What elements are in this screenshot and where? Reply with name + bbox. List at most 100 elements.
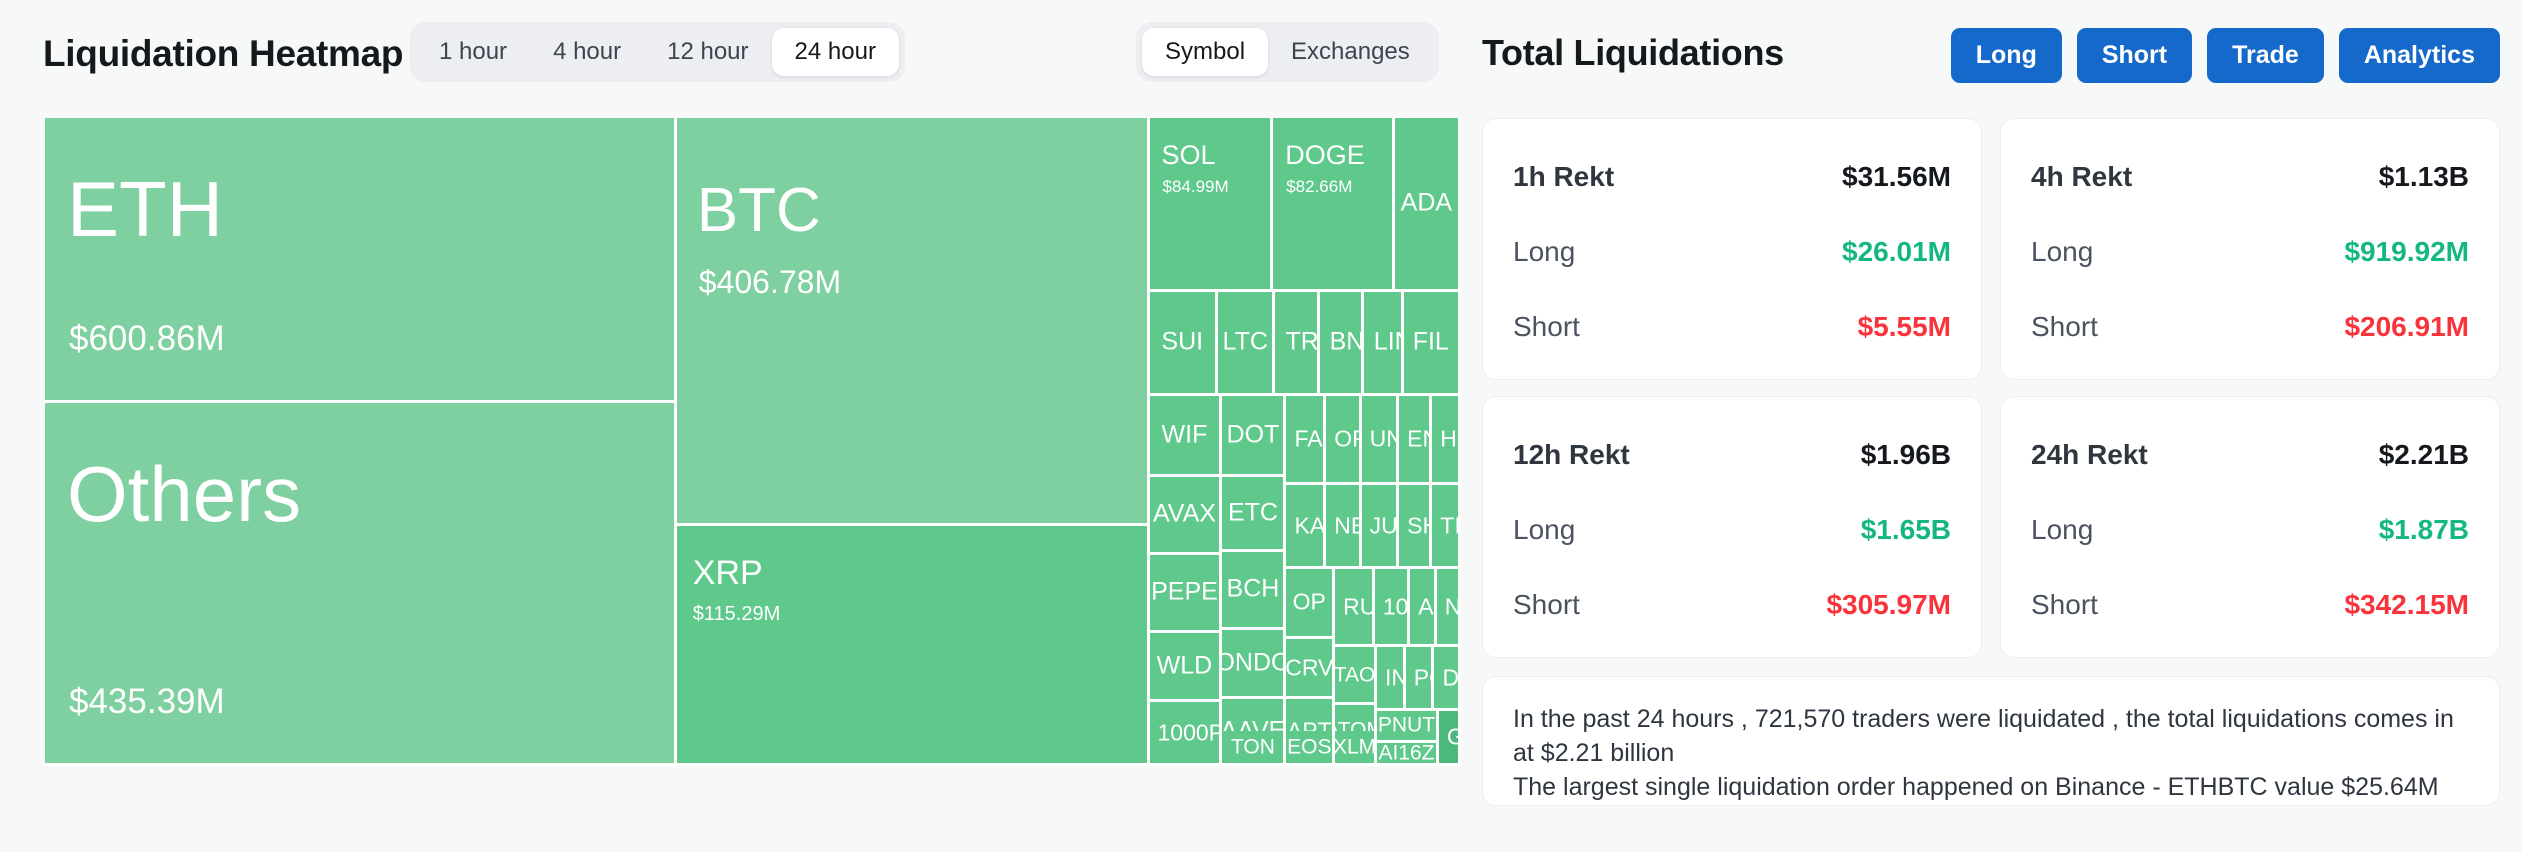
treemap-tile-bch[interactable]: BCH — [1222, 551, 1287, 631]
treemap-tile-dot[interactable]: DOT — [1222, 395, 1287, 477]
tile-symbol: JUP — [1369, 512, 1398, 539]
treemap-tile-ltc[interactable]: LTC — [1218, 291, 1276, 396]
treemap-tile-ai16z[interactable]: AI16Z — [1377, 742, 1439, 766]
treemap-tile-wld[interactable]: WLD — [1149, 632, 1223, 703]
stat-label-long: Long — [2031, 236, 2094, 267]
tile-symbol: INJ — [1385, 664, 1403, 691]
treemap-tile-shib[interactable]: SHIB — [1399, 485, 1433, 570]
tile-symbol: TAO — [1335, 663, 1376, 687]
treemap-tile-xlm[interactable]: XLM — [1335, 731, 1378, 766]
treemap-tile-eth[interactable]: ETH $600.86M — [45, 118, 677, 403]
tile-symbol: NEO — [1444, 593, 1461, 620]
grouping-mode-switch[interactable]: Symbol Exchanges — [1136, 22, 1439, 82]
treemap-tile-gala[interactable]: GALA — [1438, 711, 1461, 766]
tile-symbol: CRV — [1286, 654, 1334, 681]
tile-symbol: ETH — [67, 165, 223, 253]
treemap-tile-kas[interactable]: KAS — [1286, 485, 1327, 570]
stat-row-total: 4h Rekt $1.13B — [2031, 161, 2469, 193]
treemap-tile-pol[interactable]: POL — [1405, 647, 1435, 712]
treemap-tile-trump[interactable]: TRUMP — [1275, 291, 1320, 396]
treemap-tile-crv[interactable]: CRV — [1286, 638, 1336, 700]
page-header: Liquidation Heatmap 1 hour 4 hour 12 hour 2… — [0, 0, 2522, 118]
timeframe-option-4-hour[interactable]: 4 hour — [530, 28, 644, 76]
treemap-tile-pnut[interactable]: PNUT — [1377, 711, 1439, 743]
summary-line-2: at $2.21 billion — [1513, 738, 1675, 767]
stat-value-total: $1.96B — [1860, 439, 1951, 470]
stat-row-short: Short $206.91M — [2031, 311, 2469, 343]
tile-symbol: GALA — [1447, 725, 1458, 749]
treemap-tile-1000pepe[interactable]: 1000PEPE — [1149, 702, 1223, 766]
treemap-tile-hbar[interactable]: HBAR — [1432, 395, 1461, 486]
grouping-option-exchanges[interactable]: Exchanges — [1268, 28, 1433, 76]
treemap-tile-tao[interactable]: TAO — [1335, 647, 1378, 706]
tile-symbol: ADA — [1400, 188, 1453, 217]
treemap-tile-eos[interactable]: EOS — [1286, 731, 1336, 766]
treemap-tile-sui[interactable]: SUI — [1149, 291, 1218, 396]
treemap-tile-ton[interactable]: TON — [1222, 731, 1287, 766]
tile-symbol: XLM — [1335, 735, 1377, 759]
treemap-tile-ada[interactable]: ADA — [1394, 118, 1461, 292]
liquidation-treemap[interactable]: ETH $600.86M Others $435.39M BTC $406.78M XRP $… — [45, 118, 1461, 766]
tile-symbol: 1000PEPE — [1157, 719, 1220, 746]
treemap-tile-1000bonk[interactable]: 1000BONK — [1374, 569, 1411, 648]
treemap-tile-ena[interactable]: ENA — [1399, 395, 1433, 486]
treemap-tile-inj[interactable]: INJ — [1377, 647, 1406, 712]
treemap-tile-bnb[interactable]: BNB — [1319, 291, 1364, 396]
timeframe-option-12-hour[interactable]: 12 hour — [644, 28, 771, 76]
treemap-tile-neo[interactable]: NEO — [1436, 569, 1461, 648]
treemap-tile-etc[interactable]: ETC — [1222, 476, 1287, 552]
treemap-tile-ondo[interactable]: ONDO — [1222, 630, 1287, 700]
treemap-tile-link[interactable]: LINK — [1363, 291, 1404, 396]
treemap-tile-ordi[interactable]: ORDI — [1326, 395, 1362, 486]
grouping-option-symbol[interactable]: Symbol — [1142, 28, 1269, 76]
tile-symbol: HBAR — [1440, 425, 1458, 452]
stat-card-24h[interactable]: 24h Rekt $2.21B Long $1.87B Short $342.15M — [2000, 396, 2500, 658]
stat-label-total: 12h Rekt — [1513, 439, 1630, 470]
stat-value-short: $342.15M — [2344, 589, 2469, 620]
stat-row-short: Short $305.97M — [1513, 589, 1951, 621]
stat-label-total: 1h Rekt — [1513, 161, 1615, 192]
treemap-tile-rune[interactable]: RUNE — [1335, 569, 1375, 648]
tile-symbol: BTC — [696, 176, 821, 245]
trade-button[interactable]: Trade — [2207, 28, 2324, 83]
tile-symbol: FIL — [1412, 327, 1449, 356]
treemap-tile-fartcoin[interactable]: FARTCOIN — [1286, 395, 1327, 486]
treemap-tile-others[interactable]: Others $435.39M — [45, 402, 677, 766]
long-button[interactable]: Long — [1950, 28, 2062, 83]
stat-value-long: $1.65B — [1860, 514, 1951, 545]
treemap-tile-xrp[interactable]: XRP $115.29M — [676, 525, 1150, 766]
stat-card-12h[interactable]: 12h Rekt $1.96B Long $1.65B Short $305.97M — [1482, 396, 1982, 658]
tile-symbol: BCH — [1226, 574, 1280, 603]
stat-card-1h[interactable]: 1h Rekt $31.56M Long $26.01M Short $5.55M — [1482, 118, 1982, 380]
tile-symbol: LTC — [1222, 327, 1268, 356]
treemap-tile-fil[interactable]: FIL — [1403, 291, 1461, 396]
timeframe-switch[interactable]: 1 hour 4 hour 12 hour 24 hour — [410, 22, 905, 82]
stat-row-short: Short $5.55M — [1513, 311, 1951, 343]
treemap-tile-tia[interactable]: TIA — [1432, 485, 1461, 570]
analytics-button[interactable]: Analytics — [2338, 28, 2500, 83]
treemap-tile-doge[interactable]: DOGE $82.66M — [1273, 118, 1395, 292]
tile-value: $435.39M — [69, 681, 225, 721]
treemap-tile-avax[interactable]: AVAX — [1149, 476, 1223, 555]
short-button[interactable]: Short — [2076, 28, 2193, 83]
timeframe-option-1-hour[interactable]: 1 hour — [416, 28, 530, 76]
tile-symbol: TIA — [1440, 512, 1461, 539]
treemap-tile-wif[interactable]: WIF — [1149, 395, 1223, 477]
timeframe-option-24-hour[interactable]: 24 hour — [771, 28, 899, 76]
stat-label-total: 24h Rekt — [2031, 439, 2148, 470]
treemap-tile-op[interactable]: OP — [1286, 569, 1336, 639]
tile-symbol: DOT — [1226, 420, 1280, 449]
treemap-tile-jup[interactable]: JUP — [1361, 485, 1400, 570]
treemap-tile-near[interactable]: NEAR — [1326, 485, 1362, 570]
treemap-tile-dydx[interactable]: DYDX — [1434, 647, 1461, 712]
treemap-tile-sol[interactable]: SOL $84.99M — [1149, 118, 1274, 292]
treemap-tile-uni[interactable]: UNI — [1361, 395, 1400, 486]
tile-value: $82.66M — [1286, 177, 1353, 196]
tile-symbol: DYDX — [1442, 664, 1460, 691]
stat-card-4h[interactable]: 4h Rekt $1.13B Long $919.92M Short $206.91M — [2000, 118, 2500, 380]
treemap-tile-arb[interactable]: ARB — [1410, 569, 1437, 648]
stat-row-long: Long $919.92M — [2031, 236, 2469, 268]
treemap-tile-pepe[interactable]: PEPE — [1149, 554, 1223, 633]
treemap-tile-btc[interactable]: BTC $406.78M — [676, 118, 1150, 526]
tile-symbol: SOL — [1161, 140, 1216, 170]
